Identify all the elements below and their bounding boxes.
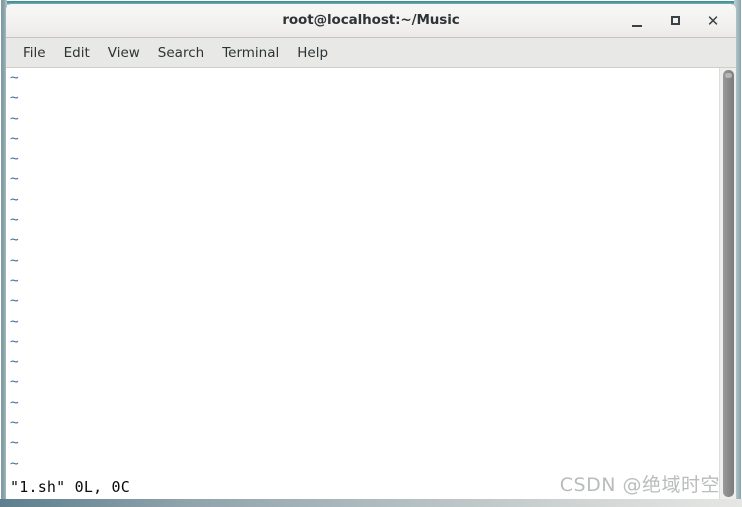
menu-item-list: File Edit View Search Terminal Help: [6, 38, 736, 68]
vim-empty-line-marker: ~: [10, 435, 19, 452]
scrollbar-thumb-highlight: [725, 73, 732, 78]
menu-item-search[interactable]: Search: [149, 38, 213, 68]
scrollbar-thumb[interactable]: [723, 70, 734, 497]
vim-empty-line-marker: ~: [10, 313, 19, 330]
minimize-icon: [632, 25, 642, 27]
terminal-window: root@localhost:~/Music ✕ File Edit View Sea…: [0, 0, 742, 507]
vim-empty-line-marker: ~: [10, 354, 19, 371]
csdn-watermark: CSDN @绝域时空: [559, 474, 720, 496]
window-border-bottom: [0, 499, 742, 507]
menu-item-terminal[interactable]: Terminal: [213, 38, 288, 68]
vim-empty-line-marker: ~: [10, 293, 19, 310]
vim-empty-line-marker: ~: [10, 130, 19, 147]
vim-empty-line-marker: ~: [10, 415, 19, 432]
menu-bar: File Edit View Search Terminal Help: [6, 38, 736, 68]
menu-item-file[interactable]: File: [14, 38, 55, 68]
close-button[interactable]: ✕: [702, 10, 724, 32]
vim-empty-line-marker: ~: [10, 333, 19, 350]
vim-empty-line-marker: ~: [10, 171, 19, 188]
terminal-content-area[interactable]: ~ ~ ~ ~ ~ ~ ~ ~ ~ ~ ~ ~ ~ ~ ~ ~ ~ ~ ~ ~ "1.sh" 0L, 0C: [6, 68, 736, 499]
menu-item-help[interactable]: Help: [288, 38, 337, 68]
menu-item-edit[interactable]: Edit: [55, 38, 99, 68]
vim-empty-line-marker: ~: [10, 374, 19, 391]
vim-empty-line-marker: ~: [10, 394, 19, 411]
title-bar[interactable]: root@localhost:~/Music ✕: [6, 4, 736, 38]
maximize-icon: [670, 16, 680, 25]
vim-status-line: "1.sh" 0L, 0C: [10, 478, 130, 496]
minimize-button[interactable]: [626, 10, 648, 32]
vim-empty-line-marker: ~: [10, 110, 19, 127]
vim-empty-line-marker: ~: [10, 272, 19, 289]
vim-empty-line-marker: ~: [10, 252, 19, 269]
vim-empty-line-marker: ~: [10, 212, 19, 229]
close-icon: ✕: [706, 12, 720, 30]
vertical-scrollbar[interactable]: [719, 68, 736, 499]
vim-empty-line-marker: ~: [10, 191, 19, 208]
menu-item-view[interactable]: View: [99, 38, 149, 68]
vim-empty-line-marker: ~: [10, 232, 19, 249]
vim-empty-line-marker: ~: [10, 70, 19, 86]
vim-empty-line-marker: ~: [10, 151, 19, 168]
vim-empty-line-marker: ~: [10, 90, 19, 107]
maximize-button[interactable]: [664, 10, 686, 32]
vim-buffer: ~ ~ ~ ~ ~ ~ ~ ~ ~ ~ ~ ~ ~ ~ ~ ~ ~ ~ ~ ~: [9, 68, 709, 499]
